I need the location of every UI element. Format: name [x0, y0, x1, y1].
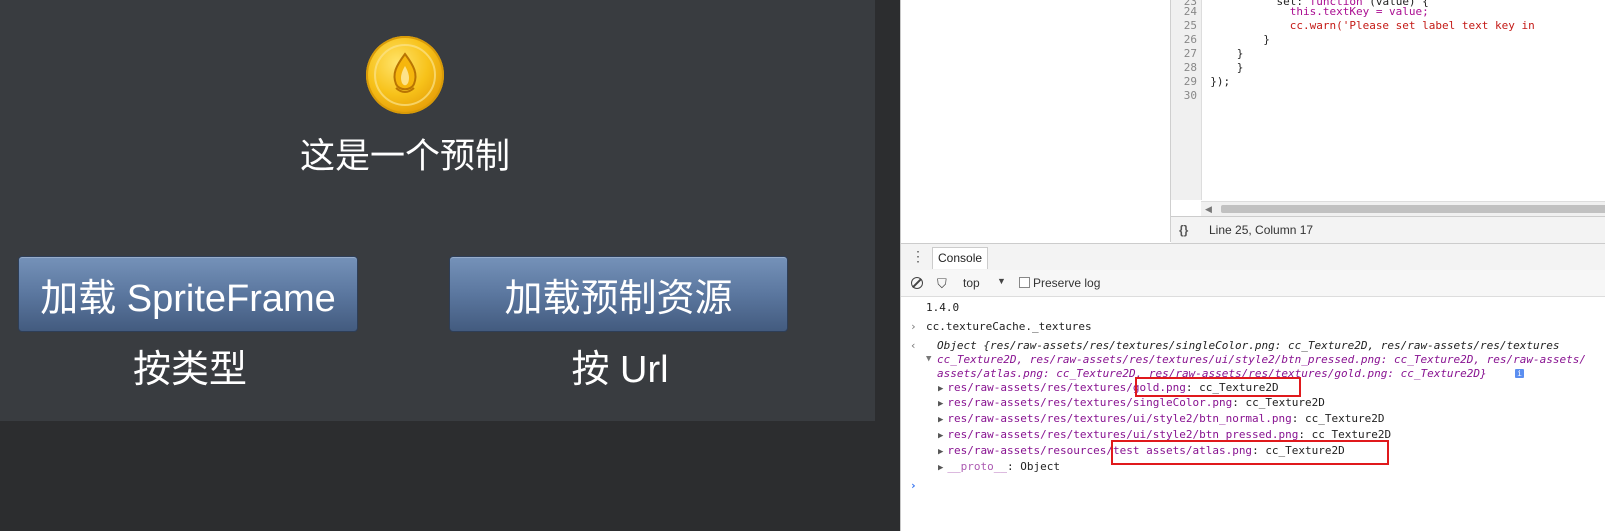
editor-status-bar: {} Line 25, Column 17: [1171, 216, 1605, 243]
code-line: 30: [1183, 89, 1197, 102]
pretty-print-button[interactable]: {}: [1179, 217, 1188, 243]
chevron-down-icon[interactable]: ▼: [997, 276, 1006, 286]
caption-by-url: 按 Url: [571, 349, 669, 391]
sources-navigator[interactable]: [901, 0, 1171, 242]
highlight-box: [1135, 377, 1301, 397]
console-prompt[interactable]: ›: [901, 478, 1605, 493]
code-editor[interactable]: 23 set: function (value) { 24 this.textK…: [1171, 0, 1605, 200]
console-result[interactable]: ▼ cc_Texture2D, res/raw-assets/res/textur…: [901, 352, 1605, 367]
highlight-box: [1111, 440, 1389, 465]
more-menu-icon[interactable]: ⋮: [911, 248, 925, 265]
load-prefab-button[interactable]: 加载预制资源: [449, 256, 788, 332]
console-command: › cc.textureCache._textures: [910, 320, 1092, 333]
code-line: 24 this.textKey = value;: [1183, 5, 1429, 18]
prefab-title: 这是一个预制: [299, 137, 510, 177]
canvas-margin: [0, 421, 900, 531]
horizontal-scrollbar[interactable]: ◀: [1201, 201, 1605, 216]
devtools-panel: 23 set: function (value) { 24 this.textK…: [900, 0, 1605, 531]
drawer-tabbar: ⋮ Console: [901, 243, 1605, 271]
code-line: 26 }: [1183, 33, 1270, 46]
preserve-log-checkbox[interactable]: [1019, 277, 1030, 288]
list-item[interactable]: ▶ res/raw-assets/res/textures/ui/style2/b…: [901, 411, 1605, 426]
console-message: 1.4.0: [926, 301, 960, 314]
clear-console-icon[interactable]: [911, 277, 923, 289]
info-icon[interactable]: i: [1515, 369, 1524, 378]
scrollbar-thumb[interactable]: [1221, 205, 1605, 213]
console-toolbar: ⛉ top ▼ Preserve log: [901, 270, 1605, 297]
code-line: 29 });: [1183, 75, 1231, 88]
console-output: 1.4.0 › cc.textureCache._textures ‹ Object…: [901, 297, 1605, 531]
code-line: 25 cc.warn('Please set label text key in: [1183, 19, 1535, 32]
game-canvas[interactable]: 这是一个预制 加载 SpriteFrame 加载预制资源 按类型 按 Url: [0, 0, 875, 421]
code-line: 28 }: [1183, 61, 1244, 74]
cursor-position: Line 25, Column 17: [1209, 223, 1314, 237]
coin-icon: [366, 36, 444, 114]
caption-by-type: 按类型: [132, 349, 247, 391]
filter-icon[interactable]: ⛉: [937, 276, 947, 292]
scroll-left-icon[interactable]: ◀: [1205, 204, 1212, 215]
context-selector[interactable]: top: [963, 276, 980, 290]
list-item[interactable]: ▶ res/raw-assets/res/textures/singleColor…: [901, 395, 1605, 410]
console-result[interactable]: ‹ Object {res/raw-assets/res/textures/sin…: [901, 338, 1605, 353]
tab-console[interactable]: Console: [932, 247, 989, 269]
preserve-log-label: Preserve log: [1033, 276, 1101, 290]
load-spriteframe-button[interactable]: 加载 SpriteFrame: [18, 256, 358, 332]
code-line: 27 }: [1183, 47, 1244, 60]
